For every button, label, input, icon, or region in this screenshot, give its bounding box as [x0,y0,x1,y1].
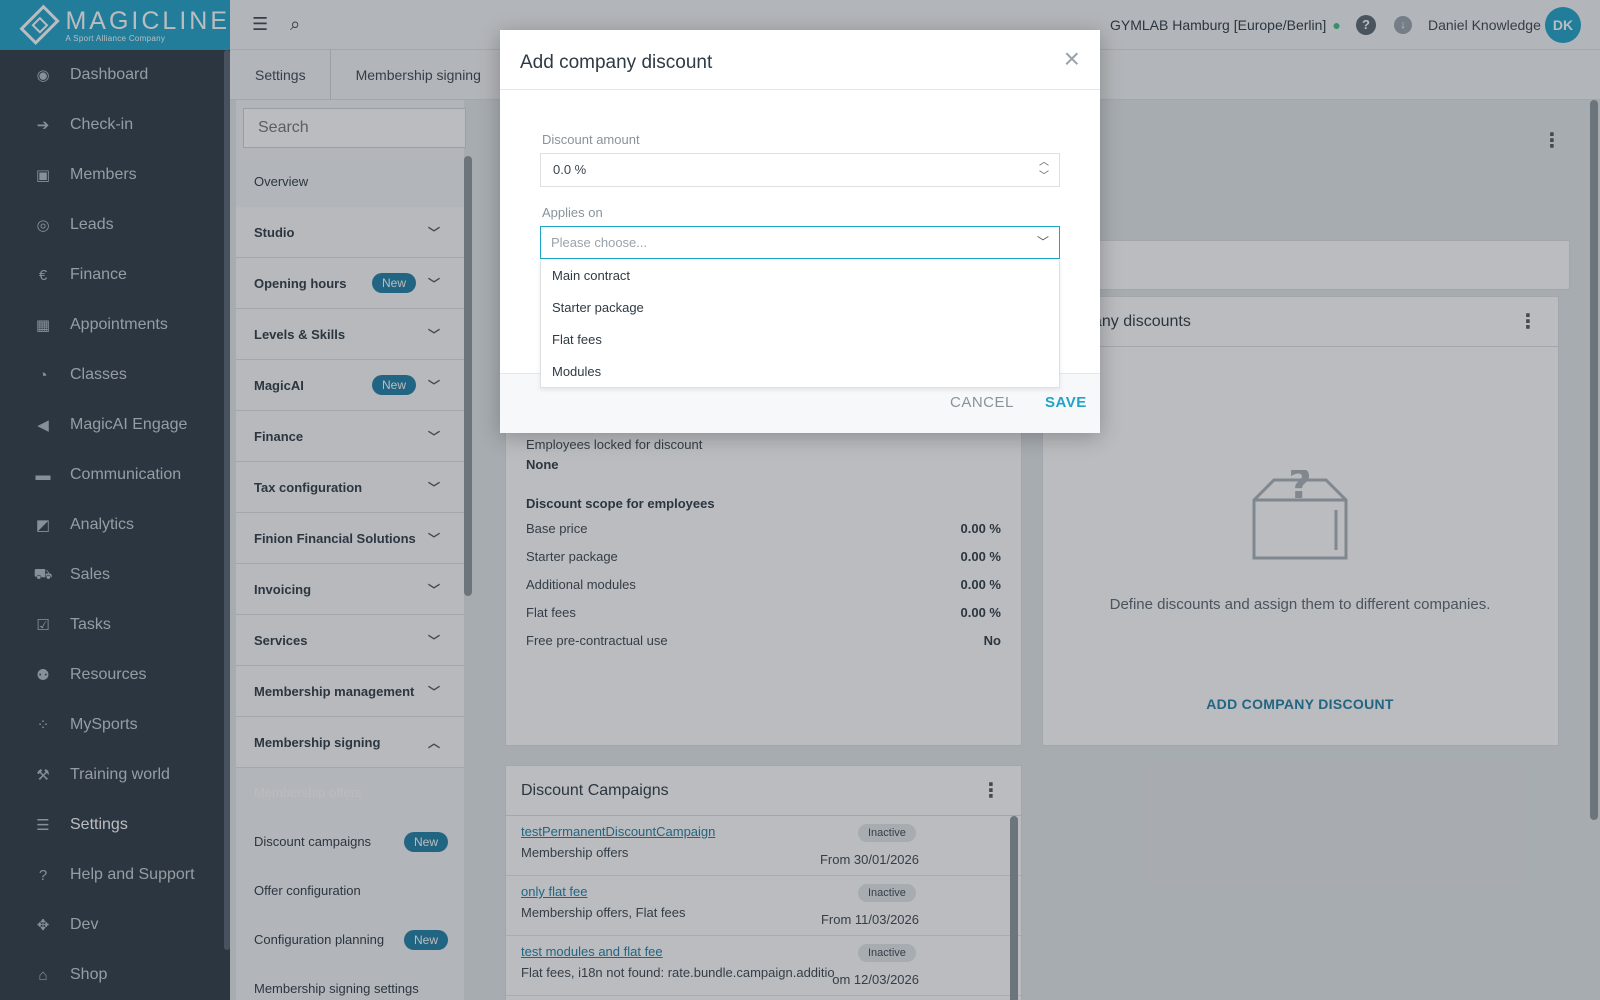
applies-on-select[interactable]: Please choose... ﹀ [540,226,1060,259]
cancel-button[interactable]: CANCEL [950,394,1014,411]
option-modules[interactable]: Modules [541,356,1059,388]
discount-amount-label: Discount amount [542,132,640,147]
save-button[interactable]: SAVE [1045,394,1087,411]
number-stepper[interactable]: ︿ ﹀ [1039,156,1049,184]
applies-on-dropdown: Main contract Starter package Flat fees Mod… [540,260,1060,388]
option-starter-package[interactable]: Starter package [541,292,1059,324]
chevron-down-icon: ﹀ [1036,235,1049,249]
option-flat-fees[interactable]: Flat fees [541,324,1059,356]
discount-amount-input[interactable]: 0.0 % ︿ ﹀ [540,153,1060,187]
close-icon[interactable]: × [1064,44,1080,74]
applies-on-placeholder: Please choose... [551,235,648,250]
applies-on-label: Applies on [542,205,603,220]
chevron-down-icon[interactable]: ﹀ [1039,170,1049,184]
chevron-up-icon[interactable]: ︿ [1039,156,1049,170]
option-main-contract[interactable]: Main contract [541,260,1059,292]
modal-title: Add company discount [520,52,713,73]
discount-amount-value: 0.0 % [553,162,587,177]
